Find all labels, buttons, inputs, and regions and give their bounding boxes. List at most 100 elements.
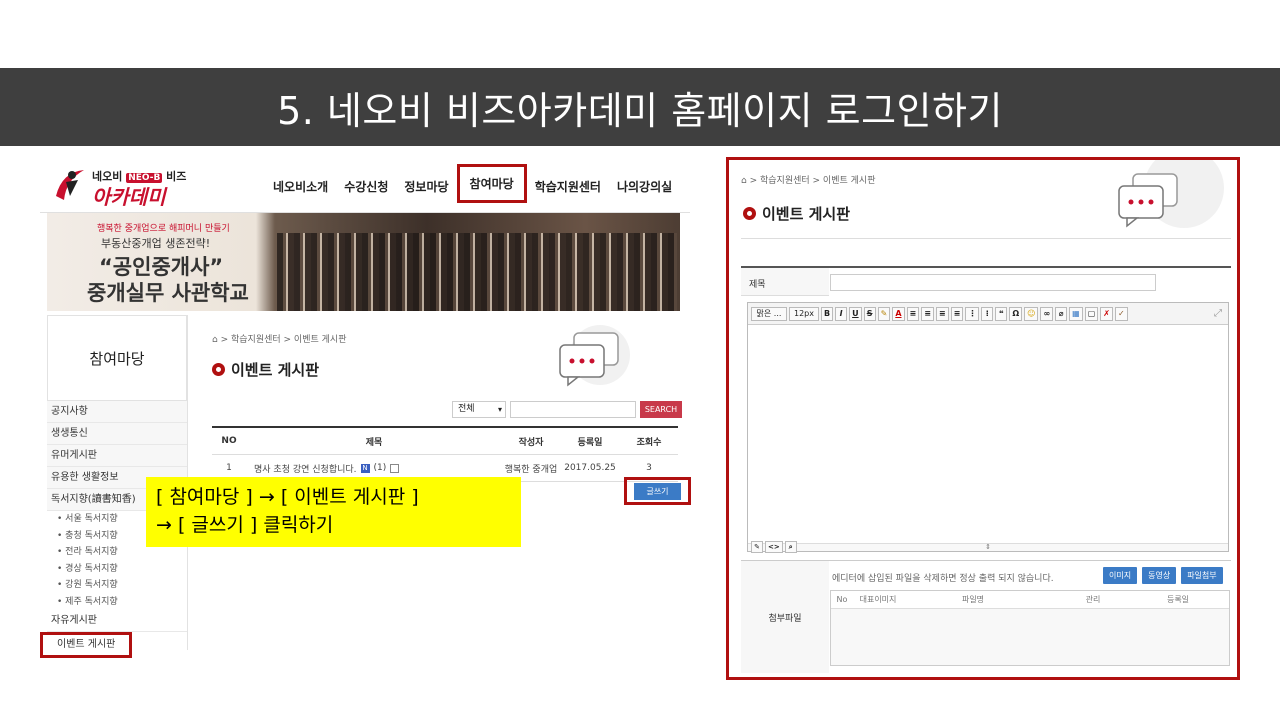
add-video-button[interactable]: 동영상	[1142, 567, 1177, 584]
write-button[interactable]: 글쓰기	[634, 482, 681, 500]
preview-mode-icon[interactable]: ⌕	[784, 541, 797, 553]
board-table: NO 제목 작성자 등록일 조회수 1 명사 초청 강연 신청합니다. N (1…	[212, 426, 678, 482]
slide: 5. 네오비 비즈아카데미 홈페이지 로그인하기 네오비 NEO-B 비즈 아카…	[0, 0, 1280, 720]
table-icon[interactable]: ▦	[1069, 306, 1083, 321]
title-bullet-icon	[743, 207, 756, 220]
sidebar-item-news[interactable]: 생생통신	[47, 423, 187, 445]
search-bar: 전체 SEARCH	[452, 401, 682, 418]
strike-button[interactable]: S	[863, 306, 876, 321]
edit-mode-icon[interactable]: ✎	[751, 541, 763, 553]
home-icon[interactable]: ⌂	[212, 335, 218, 345]
search-button[interactable]: SEARCH	[640, 401, 682, 418]
row-date: 2017.05.25	[564, 463, 616, 473]
align-left-icon[interactable]: ≡	[906, 306, 920, 321]
file-list-table: No 대표이미지 파일명 관리 등록일	[830, 590, 1230, 666]
html-mode-icon[interactable]: <>	[765, 541, 783, 553]
paste-icon[interactable]: ▢	[1084, 306, 1099, 321]
nav-item-register[interactable]: 수강신청	[336, 172, 396, 203]
new-badge-icon: N	[360, 463, 370, 473]
form-breadcrumb: ⌂ > 학습지원센터 > 이벤트 게시판	[741, 176, 876, 186]
sidebar-title: 참여마당	[47, 315, 187, 401]
chat-bubble-icon	[559, 325, 630, 387]
subject-input[interactable]	[830, 274, 1156, 291]
attach-label: 첨부파일	[741, 561, 829, 673]
quote-button[interactable]: ❝	[995, 306, 1008, 321]
row-title-cell[interactable]: 명사 초청 강연 신청합니다. N (1)	[246, 462, 502, 475]
col-title: 제목	[365, 437, 383, 448]
highlight-color-icon[interactable]: ✎	[877, 306, 891, 321]
row-author: 행복한 중개업	[504, 464, 558, 475]
file-col-no: No	[836, 595, 848, 604]
italic-button[interactable]: I	[835, 306, 848, 321]
editor-toolbar: 맑은 ... 12px B I U S ✎ A ≡ ≡ ≡ ≡ ⋮ ⁝ ❝ Ω …	[748, 303, 1228, 325]
site-logo[interactable]: 네오비 NEO-B 비즈 아카데미	[52, 164, 202, 209]
callout-line-2: → [ 글쓰기 ] 클릭하기	[156, 514, 334, 536]
col-views: 조회수	[636, 437, 662, 448]
attach-buttons: 이미지 동영상 파일첨부	[1103, 567, 1223, 584]
clear-format-icon[interactable]: ✗	[1100, 306, 1113, 321]
nav-item-participation[interactable]: 참여마당	[456, 164, 527, 203]
add-file-button[interactable]: 파일첨부	[1181, 567, 1223, 584]
align-center-icon[interactable]: ≡	[921, 306, 934, 321]
special-char-button[interactable]: Ω	[1009, 306, 1023, 321]
add-image-button[interactable]: 이미지	[1103, 567, 1138, 584]
sidebar-sub-gyeongsang[interactable]: 경상 독서지향	[47, 561, 187, 578]
logo-swoosh-icon	[56, 170, 84, 200]
link-icon[interactable]: ∞	[1040, 306, 1054, 321]
underline-button[interactable]: U	[849, 306, 862, 321]
breadcrumb: ⌂ > 학습지원센터 > 이벤트 게시판	[212, 335, 347, 345]
unordered-list-icon[interactable]: ⁝	[981, 306, 994, 321]
home-icon[interactable]: ⌂	[741, 176, 747, 186]
sidebar-item-humor[interactable]: 유머게시판	[47, 445, 187, 467]
editor-resize-handle[interactable]: ⇕	[748, 543, 1228, 551]
col-author: 작성자	[518, 437, 544, 448]
unlink-icon[interactable]: ⌀	[1055, 306, 1068, 321]
callout-line-1: [ 참여마당 ] → [ 이벤트 게시판 ]	[156, 486, 419, 508]
sidebar-item-notice[interactable]: 공지사항	[47, 401, 187, 423]
attach-note: 에디터에 삽입된 파일을 삭제하면 정상 출력 되지 않습니다.	[832, 574, 1054, 584]
top-nav: 네오비소개 수강신청 정보마당 참여마당 학습지원센터 나의강의실	[265, 164, 680, 203]
font-family-select[interactable]: 맑은 ...	[751, 306, 787, 321]
file-col-thumbnail: 대표이미지	[859, 595, 897, 604]
comment-count: (1)	[373, 463, 387, 473]
ordered-list-icon[interactable]: ⋮	[965, 306, 980, 321]
col-no: NO	[221, 436, 237, 446]
row-title[interactable]: 명사 초청 강연 신청합니다.	[254, 462, 357, 475]
slide-title-bar: 5. 네오비 비즈아카데미 홈페이지 로그인하기	[0, 68, 1280, 146]
font-size-select[interactable]: 12px	[789, 306, 819, 321]
rich-text-editor[interactable]: 맑은 ... 12px B I U S ✎ A ≡ ≡ ≡ ≡ ⋮ ⁝ ❝ Ω …	[747, 302, 1229, 552]
align-justify-icon[interactable]: ≡	[950, 306, 964, 321]
expand-icon[interactable]: ⤢	[1214, 308, 1222, 319]
subject-label: 제목	[749, 280, 766, 290]
nav-item-support[interactable]: 학습지원센터	[527, 172, 609, 203]
write-button-highlight: 글쓰기	[624, 477, 691, 505]
sidebar-item-event-board[interactable]: 이벤트 게시판	[40, 632, 132, 658]
file-col-date: 등록일	[1166, 595, 1190, 604]
banner-line-4: 중개실무 사관학교	[87, 281, 249, 305]
chat-bubble-icon	[1118, 160, 1224, 228]
write-form-screenshot: ⌂ > 학습지원센터 > 이벤트 게시판 이벤트 게시판 제목 맑은 ... 1…	[726, 157, 1240, 680]
spell-check-icon[interactable]: ✓	[1114, 306, 1128, 321]
text-color-icon[interactable]: A	[892, 306, 905, 321]
sidebar-sub-gangwon[interactable]: 강원 독서지향	[47, 577, 187, 594]
nav-item-my-classroom[interactable]: 나의강의실	[609, 172, 680, 203]
nav-item-about[interactable]: 네오비소개	[265, 172, 336, 203]
sidebar-item-free-board[interactable]: 자유게시판	[47, 610, 187, 632]
file-col-name: 파일명	[961, 595, 985, 604]
row-views: 3	[646, 463, 652, 473]
banner-line-1: 행복한 중개업으로 해피머니 만들기	[97, 224, 230, 234]
banner-line-2: 부동산중개업 생존전략!	[101, 237, 211, 250]
bold-button[interactable]: B	[821, 306, 834, 321]
align-right-icon[interactable]: ≡	[935, 306, 949, 321]
file-list-header: No 대표이미지 파일명 관리 등록일	[831, 591, 1229, 609]
nav-item-info[interactable]: 정보마당	[396, 172, 456, 203]
emoticon-icon[interactable]: ☺	[1024, 306, 1039, 321]
sidebar-sub-jeju[interactable]: 제주 독서지향	[47, 594, 187, 611]
file-col-manage: 관리	[1085, 595, 1101, 604]
logo-main-text: 아카데미	[92, 185, 166, 209]
search-input[interactable]	[510, 401, 636, 418]
board-list-screenshot: 네오비 NEO-B 비즈 아카데미 네오비소개 수강신청 정보마당 참여마당 학…	[40, 160, 691, 660]
form-page-title: 이벤트 게시판	[743, 203, 850, 224]
form-divider	[741, 238, 1231, 239]
search-scope-select[interactable]: 전체	[452, 401, 506, 418]
